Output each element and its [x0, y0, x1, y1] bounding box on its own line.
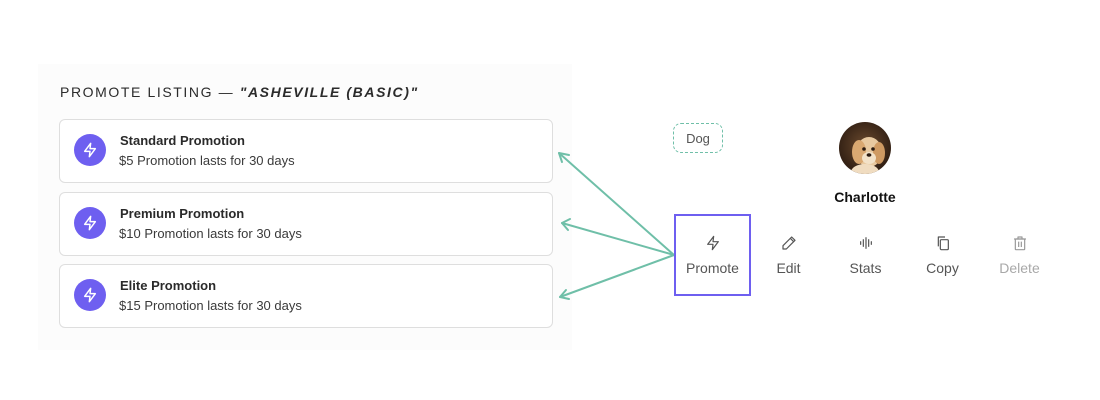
connector-arrow-premium [561, 222, 675, 256]
bolt-icon [74, 279, 106, 311]
connector-arrow-elite [559, 254, 675, 298]
promotion-duration: Promotion lasts for 30 days [144, 298, 302, 313]
promotion-option-elite[interactable]: Elite Promotion $15 Promotion lasts for … [59, 264, 553, 328]
copy-icon [935, 234, 951, 252]
profile-name: Charlotte [834, 189, 896, 205]
delete-button[interactable]: Delete [981, 214, 1058, 296]
copy-button[interactable]: Copy [904, 214, 981, 296]
listing-name: "Asheville (Basic)" [239, 84, 419, 100]
stats-label: Stats [849, 260, 882, 276]
edit-button[interactable]: Edit [750, 214, 827, 296]
dog-avatar [839, 122, 891, 174]
stats-icon [857, 234, 875, 252]
promotion-description: $10 Promotion lasts for 30 days [119, 226, 302, 241]
promotion-duration: Promotion lasts for 30 days [137, 153, 295, 168]
connector-arrow-standard [558, 152, 675, 256]
panel-title-prefix: Promote Listing — [60, 84, 235, 100]
stats-button[interactable]: Stats [827, 214, 904, 296]
panel-title: Promote Listing — "Asheville (Basic)" [60, 84, 419, 100]
pet-type-tag: Dog [673, 123, 723, 153]
promotion-price: $10 [119, 226, 141, 241]
promote-button[interactable]: Promote [674, 214, 751, 296]
promotion-option-premium[interactable]: Premium Promotion $10 Promotion lasts fo… [59, 192, 553, 256]
promotion-option-standard[interactable]: Standard Promotion $5 Promotion lasts fo… [59, 119, 553, 183]
promotion-price: $5 [119, 153, 134, 168]
promotion-name: Elite Promotion [120, 278, 217, 293]
bolt-icon [705, 234, 721, 252]
promote-label: Promote [686, 260, 739, 276]
copy-label: Copy [926, 260, 959, 276]
promotion-duration: Promotion lasts for 30 days [144, 226, 302, 241]
pencil-icon [781, 234, 797, 252]
promote-listing-panel: Promote Listing — "Asheville (Basic)" St… [38, 64, 572, 350]
promotion-description: $5 Promotion lasts for 30 days [119, 153, 295, 168]
bolt-icon [74, 134, 106, 166]
promotion-price: $15 [119, 298, 141, 313]
trash-icon [1012, 234, 1028, 252]
promotion-name: Standard Promotion [120, 133, 245, 148]
delete-label: Delete [999, 260, 1040, 276]
bolt-icon [74, 207, 106, 239]
promotion-name: Premium Promotion [120, 206, 245, 221]
promotion-description: $15 Promotion lasts for 30 days [119, 298, 302, 313]
edit-label: Edit [776, 260, 801, 276]
